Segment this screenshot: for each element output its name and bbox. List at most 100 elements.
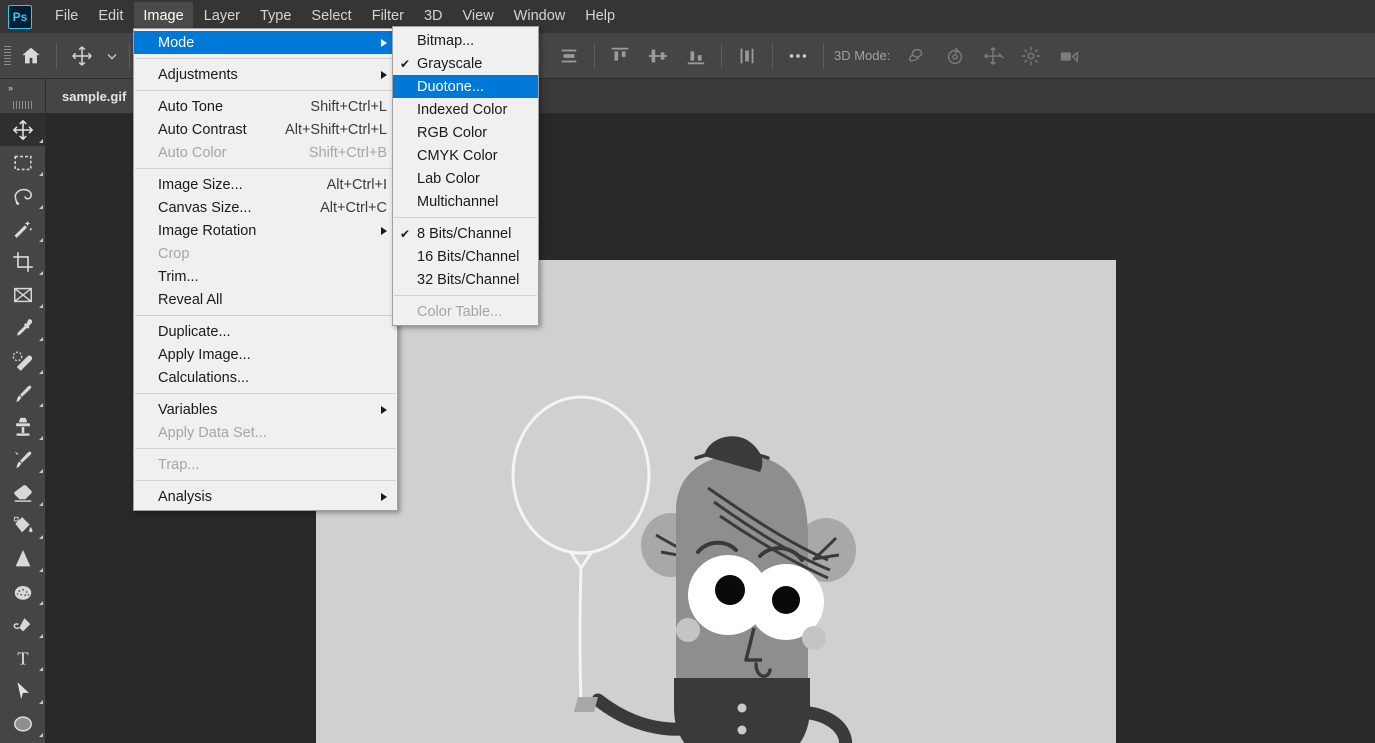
menu-item-label: Duplicate... [158, 323, 231, 340]
menu-item-apply-data-set: Apply Data Set... [134, 421, 397, 444]
photoshop-logo-icon: Ps [8, 4, 32, 29]
document-tab-sample-gif[interactable]: sample.gif [46, 79, 144, 113]
three-d-mode-label: 3D Mode: [834, 48, 891, 63]
menubar-item-help[interactable]: Help [576, 2, 624, 31]
tools-panel-grip[interactable]: » [0, 79, 45, 97]
frame-tool-icon[interactable] [0, 278, 46, 311]
blur-sponge-tool-icon[interactable] [0, 575, 46, 608]
gradient-tool-icon[interactable] [0, 542, 46, 575]
menu-item-label: Trim... [158, 268, 199, 285]
menu-item-trim[interactable]: Trim... [134, 265, 397, 288]
rectangular-marquee-tool-icon[interactable] [0, 146, 46, 179]
tools-list: T [0, 113, 46, 740]
paint-bucket-tool-icon[interactable] [0, 509, 46, 542]
menubar-item-edit[interactable]: Edit [89, 2, 132, 31]
distribute-horizontal-icon[interactable] [550, 33, 588, 79]
3d-roll-icon[interactable] [936, 33, 974, 79]
menu-item-lab-color[interactable]: Lab Color [393, 167, 538, 190]
brush-tool-icon[interactable] [0, 377, 46, 410]
history-brush-tool-icon[interactable] [0, 443, 46, 476]
menu-separator [135, 90, 396, 91]
eraser-tool-icon[interactable] [0, 476, 46, 509]
clone-stamp-tool-icon[interactable] [0, 410, 46, 443]
distribute-vertical-icon[interactable] [728, 33, 766, 79]
menu-item-label: Auto Tone [158, 98, 224, 115]
menubar-item-image[interactable]: Image [134, 2, 193, 31]
home-icon[interactable] [12, 33, 50, 79]
menu-item-reveal-all[interactable]: Reveal All [134, 288, 397, 311]
menu-item-cmyk-color[interactable]: CMYK Color [393, 144, 538, 167]
menu-item-apply-image[interactable]: Apply Image... [134, 343, 397, 366]
magic-wand-tool-icon[interactable] [0, 212, 46, 245]
menu-item-duotone[interactable]: Duotone... [393, 75, 538, 98]
menu-item-rgb-color[interactable]: RGB Color [393, 121, 538, 144]
tools-grip-label: » [8, 83, 13, 93]
menu-item-duplicate[interactable]: Duplicate... [134, 320, 397, 343]
3d-orbit-icon[interactable] [898, 33, 936, 79]
menu-item-variables[interactable]: Variables [134, 398, 397, 421]
menu-item-label: Grayscale [417, 55, 483, 72]
menu-item-indexed-color[interactable]: Indexed Color [393, 98, 538, 121]
menu-item-image-rotation[interactable]: Image Rotation [134, 219, 397, 242]
image-canvas[interactable] [316, 260, 1116, 743]
menu-item-auto-tone[interactable]: Auto Tone Shift+Ctrl+L [134, 95, 397, 118]
menu-item-grayscale[interactable]: ✔ Grayscale [393, 52, 538, 75]
submenu-arrow-icon [381, 70, 387, 79]
menu-item-32-bits-channel[interactable]: 32 Bits/Channel [393, 268, 538, 291]
menu-item-8-bits-channel[interactable]: ✔ 8 Bits/Channel [393, 222, 538, 245]
align-top-edges-icon[interactable] [601, 33, 639, 79]
3d-camera-icon[interactable] [1050, 33, 1088, 79]
menu-item-color-table: Color Table... [393, 300, 538, 323]
menu-item-adjustments[interactable]: Adjustments [134, 63, 397, 86]
type-tool-icon[interactable]: T [0, 641, 46, 674]
menu-item-label: Auto Color [158, 144, 227, 161]
chevron-down-icon[interactable] [101, 33, 123, 79]
menu-item-mode[interactable]: Mode [134, 31, 397, 54]
menubar-item-type[interactable]: Type [251, 2, 300, 31]
submenu-arrow-icon [381, 226, 387, 235]
healing-brush-tool-icon[interactable] [0, 344, 46, 377]
photoshop-window: Ps File Edit Image Layer Type Select Filter 3D V… [0, 0, 1375, 743]
path-selection-tool-icon[interactable] [0, 674, 46, 707]
3d-slide-icon[interactable] [1012, 33, 1050, 79]
3d-pan-icon[interactable] [974, 33, 1012, 79]
tools-panel: » T [0, 79, 46, 743]
ellipse-shape-tool-icon[interactable] [0, 707, 46, 740]
options-divider-6 [823, 42, 824, 69]
menu-item-label: 16 Bits/Channel [417, 248, 520, 265]
move-tool-icon[interactable] [0, 113, 46, 146]
menu-item-analysis[interactable]: Analysis [134, 485, 397, 508]
align-bottom-edges-icon[interactable] [677, 33, 715, 79]
menu-item-auto-contrast[interactable]: Auto Contrast Alt+Shift+Ctrl+L [134, 118, 397, 141]
menu-item-label: Color Table... [417, 303, 503, 320]
menu-item-canvas-size[interactable]: Canvas Size... Alt+Ctrl+C [134, 196, 397, 219]
menu-item-calculations[interactable]: Calculations... [134, 366, 397, 389]
menu-item-16-bits-channel[interactable]: 16 Bits/Channel [393, 245, 538, 268]
menubar-item-file[interactable]: File [46, 2, 87, 31]
menu-item-label: Crop [158, 245, 190, 262]
tools-panel-drag-dots[interactable] [0, 97, 45, 113]
menu-item-label: Multichannel [417, 193, 499, 210]
menu-separator [394, 217, 537, 218]
image-menu-dropdown[interactable]: Mode Adjustments Auto Tone Shift+Ctrl+L Auto… [133, 28, 398, 511]
menu-item-bitmap[interactable]: Bitmap... [393, 29, 538, 52]
menu-item-multichannel[interactable]: Multichannel [393, 190, 538, 213]
options-bar-grip[interactable] [0, 33, 12, 79]
align-vertical-centers-icon[interactable] [639, 33, 677, 79]
menu-item-auto-color: Auto Color Shift+Ctrl+B [134, 141, 397, 164]
menubar-item-layer[interactable]: Layer [195, 2, 249, 31]
lasso-tool-icon[interactable] [0, 179, 46, 212]
eyedropper-tool-icon[interactable] [0, 311, 46, 344]
crop-tool-icon[interactable] [0, 245, 46, 278]
mode-submenu-dropdown[interactable]: Bitmap... ✔ Grayscale Duotone... Indexed Col… [392, 26, 539, 326]
menu-separator [135, 58, 396, 59]
move-tool-icon[interactable] [63, 33, 101, 79]
menu-item-label: Auto Contrast [158, 121, 247, 138]
menu-item-label: Analysis [158, 488, 212, 505]
pen-tool-icon[interactable] [0, 608, 46, 641]
more-options-icon[interactable] [779, 33, 817, 79]
menu-item-image-size[interactable]: Image Size... Alt+Ctrl+I [134, 173, 397, 196]
options-divider-2 [129, 42, 130, 69]
options-divider-4 [721, 42, 722, 69]
menubar-item-select[interactable]: Select [302, 2, 360, 31]
